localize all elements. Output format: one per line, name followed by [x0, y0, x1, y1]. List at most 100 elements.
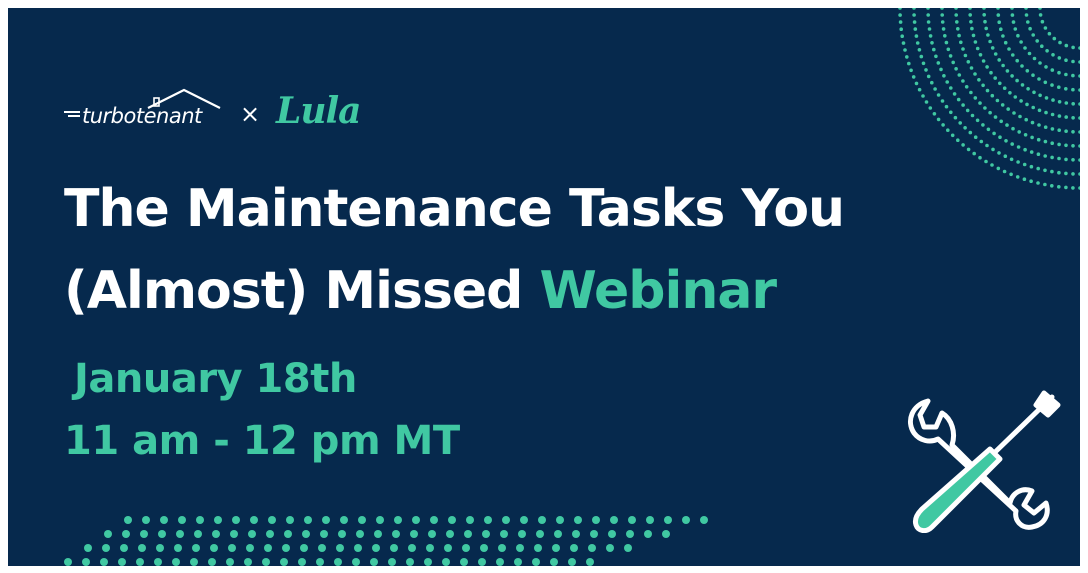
grid-dot	[502, 516, 510, 524]
grid-dot	[538, 516, 546, 524]
grid-dot	[646, 516, 654, 524]
grid-dot	[664, 516, 672, 524]
grid-dot	[586, 558, 594, 566]
grid-dot	[410, 530, 418, 538]
grid-dot	[280, 558, 288, 566]
grid-dot	[628, 516, 636, 524]
grid-dot	[550, 558, 558, 566]
grid-dot	[100, 558, 108, 566]
grid-dot	[572, 530, 580, 538]
grid-dot	[212, 530, 220, 538]
grid-dot	[244, 558, 252, 566]
grid-dot	[554, 530, 562, 538]
grid-dot	[248, 530, 256, 538]
grid-dot	[122, 530, 130, 538]
grid-dot	[84, 544, 92, 552]
grid-dot	[228, 544, 236, 552]
grid-dot	[156, 544, 164, 552]
grid-dot	[250, 516, 258, 524]
grid-dot	[536, 530, 544, 538]
grid-dot	[520, 516, 528, 524]
grid-dot	[154, 558, 162, 566]
grid-dot	[372, 544, 380, 552]
grid-dot	[104, 530, 112, 538]
grid-dot	[142, 516, 150, 524]
grid-dot	[662, 530, 670, 538]
grid-dot	[484, 516, 492, 524]
grid-dot	[190, 558, 198, 566]
grid-dot	[230, 530, 238, 538]
grid-dot	[282, 544, 290, 552]
grid-dot	[192, 544, 200, 552]
grid-dot	[286, 516, 294, 524]
grid-dot	[446, 530, 454, 538]
event-time: 11 am - 12 pm MT	[64, 418, 460, 464]
lula-logo: Lula	[276, 90, 361, 132]
webinar-banner: turbotenant × Lula The Maintenance Tasks…	[8, 8, 1080, 566]
grid-dot	[136, 558, 144, 566]
grid-dot	[356, 530, 364, 538]
grid-dot	[700, 516, 708, 524]
grid-dot	[568, 558, 576, 566]
title-line-1: The Maintenance Tasks You	[64, 179, 845, 239]
grid-dot	[442, 558, 450, 566]
grid-dot	[304, 516, 312, 524]
grid-dot	[532, 558, 540, 566]
grid-dot	[172, 558, 180, 566]
grid-dot	[374, 530, 382, 538]
grid-dot	[480, 544, 488, 552]
grid-dot	[158, 530, 166, 538]
grid-dot	[516, 544, 524, 552]
grid-dot	[590, 530, 598, 538]
grid-dot	[316, 558, 324, 566]
grid-dot	[262, 558, 270, 566]
title-line-2: (Almost) Missed	[64, 261, 523, 321]
grid-dot	[552, 544, 560, 552]
grid-dot	[570, 544, 578, 552]
grid-dot	[302, 530, 310, 538]
webinar-title: The Maintenance Tasks You (Almost) Misse…	[64, 168, 1044, 332]
grid-dot	[626, 530, 634, 538]
grid-dot	[102, 544, 110, 552]
grid-dot	[118, 558, 126, 566]
grid-dot	[466, 516, 474, 524]
grid-dot	[264, 544, 272, 552]
grid-dot	[208, 558, 216, 566]
speed-lines-icon	[64, 111, 80, 117]
grid-dot	[124, 516, 132, 524]
grid-dot	[318, 544, 326, 552]
turbotenant-wordmark: turbotenant	[82, 104, 202, 128]
grid-dot	[210, 544, 218, 552]
grid-dot	[174, 544, 182, 552]
wrench-screwdriver-icon	[908, 390, 1061, 533]
grid-dot	[448, 516, 456, 524]
grid-dot	[178, 516, 186, 524]
grid-dot	[574, 516, 582, 524]
grid-dot	[320, 530, 328, 538]
grid-dot	[394, 516, 402, 524]
grid-dot	[340, 516, 348, 524]
grid-dot	[358, 516, 366, 524]
grid-dot	[592, 516, 600, 524]
grid-dot	[160, 516, 168, 524]
grid-dot	[478, 558, 486, 566]
grid-dot	[266, 530, 274, 538]
grid-dot	[370, 558, 378, 566]
grid-dot	[334, 558, 342, 566]
grid-dot	[176, 530, 184, 538]
grid-dot	[64, 558, 72, 566]
grid-dot	[644, 530, 652, 538]
grid-dot	[390, 544, 398, 552]
grid-dot	[424, 558, 432, 566]
grid-dot	[196, 516, 204, 524]
grid-dot	[352, 558, 360, 566]
grid-dot	[412, 516, 420, 524]
grid-dot	[682, 516, 690, 524]
title-accent: Webinar	[539, 261, 778, 321]
grid-dot	[388, 558, 396, 566]
grid-dot	[444, 544, 452, 552]
grid-dot	[460, 558, 468, 566]
grid-dot	[462, 544, 470, 552]
grid-dot	[496, 558, 504, 566]
grid-dot	[322, 516, 330, 524]
